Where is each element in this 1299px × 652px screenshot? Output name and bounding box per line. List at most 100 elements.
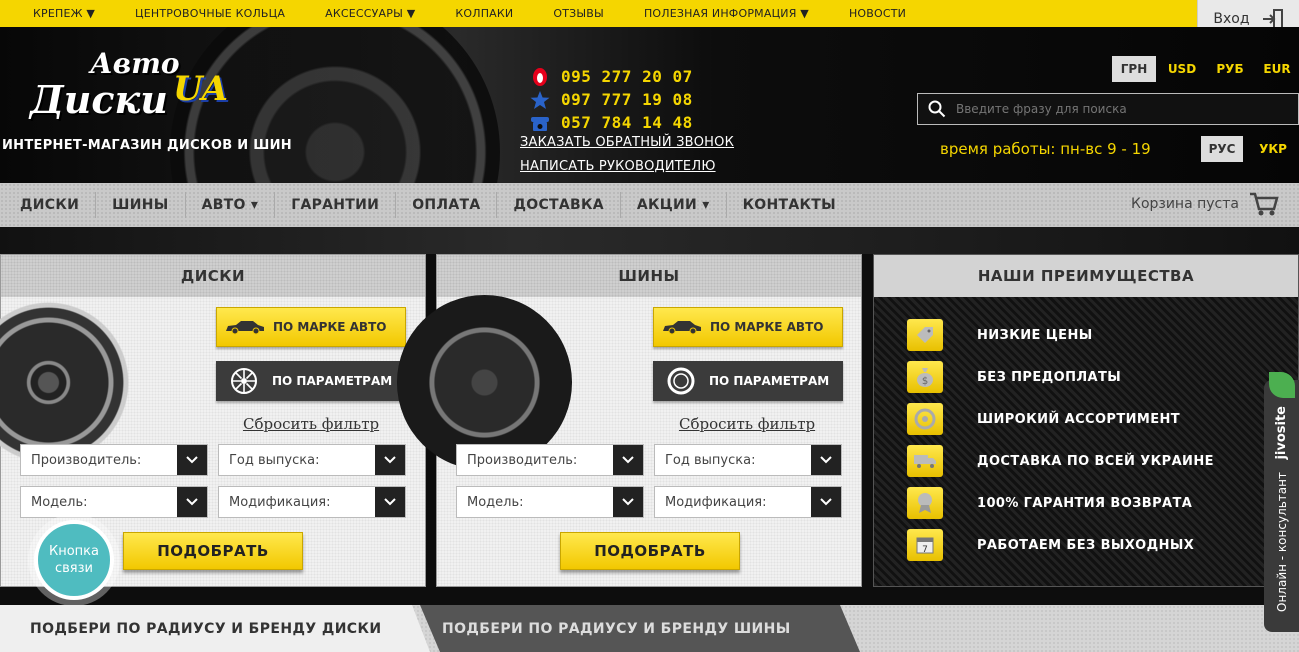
disks-reset-filter[interactable]: Сбросить фильтр — [243, 415, 379, 433]
callback-link[interactable]: ЗАКАЗАТЬ ОБРАТНЫЙ ЗВОНОК — [520, 135, 734, 150]
topmenu-item-news[interactable]: НОВОСТИ — [849, 7, 906, 20]
site-logo[interactable]: Авто Диски UA — [30, 47, 250, 137]
select-label: Производитель: — [31, 452, 142, 468]
disks-pick-button[interactable]: ПОДОБРАТЬ — [123, 532, 303, 570]
select-label: Модификация: — [665, 494, 767, 510]
select-label: Год выпуска: — [229, 452, 320, 468]
car-icon — [654, 319, 710, 335]
disks-by-params-label: ПО ПАРАМЕТРАМ — [272, 374, 393, 388]
tires-by-params-button[interactable]: ПО ПАРАМЕТРАМ — [653, 361, 843, 401]
tires-year-select[interactable]: Год выпуска: — [654, 444, 842, 476]
logo-text-auto: Авто — [90, 47, 180, 80]
disks-modification-select[interactable]: Модификация: — [218, 486, 406, 518]
chevron-down-icon — [375, 487, 405, 517]
login-icon — [1262, 8, 1283, 29]
working-hours: время работы: пн-вс 9 - 19 — [940, 140, 1151, 158]
disks-year-select[interactable]: Год выпуска: — [218, 444, 406, 476]
topmenu-item-centering-rings[interactable]: ЦЕНТРОВОЧНЫЕ КОЛЬЦА — [135, 7, 285, 20]
disks-by-params-button[interactable]: ПО ПАРАМЕТРАМ — [216, 361, 406, 401]
advantage-label: ДОСТАВКА ПО ВСЕЙ УКРАИНЕ — [977, 453, 1214, 469]
phone-number: 057 784 14 48 — [561, 113, 693, 132]
cart-icon — [1250, 192, 1279, 216]
select-label: Модель: — [467, 494, 524, 510]
nav-item-contacts[interactable]: КОНТАКТЫ — [743, 192, 852, 218]
currency-eur[interactable]: EUR — [1257, 56, 1297, 82]
tires-model-select[interactable]: Модель: — [456, 486, 644, 518]
chevron-down-icon — [177, 487, 207, 517]
advantage-label: ШИРОКИЙ АССОРТИМЕНТ — [977, 411, 1181, 427]
topmenu-item-useful-info[interactable]: ПОЛЕЗНАЯ ИНФОРМАЦИЯ ▼ — [644, 7, 809, 20]
disks-model-select[interactable]: Модель: — [20, 486, 208, 518]
currency-uah[interactable]: ГРН — [1112, 56, 1156, 82]
svg-text:7: 7 — [922, 545, 928, 555]
chevron-down-icon — [811, 445, 841, 475]
callback-widget-line2: связи — [55, 561, 93, 576]
search-input[interactable] — [956, 102, 1286, 116]
currency-rub[interactable]: РУБ — [1209, 56, 1251, 82]
cart-status: Корзина пуста — [1131, 196, 1239, 212]
disks-manufacturer-select[interactable]: Производитель: — [20, 444, 208, 476]
nav-item-promotions[interactable]: АКЦИИ ▾ — [637, 192, 727, 218]
svg-text:$: $ — [922, 376, 928, 387]
advantage-label: БЕЗ ПРЕДОПЛАТЫ — [977, 369, 1122, 385]
nav-item-tires[interactable]: ШИНЫ — [112, 192, 186, 218]
language-uk[interactable]: УКР — [1252, 136, 1294, 162]
price-tag-icon — [907, 319, 943, 351]
disks-panel-title: ДИСКИ — [1, 255, 425, 297]
disks-by-car-button[interactable]: ПО МАРКЕ АВТО — [216, 307, 406, 347]
online-consultant-label: Онлайн - консультант — [1274, 471, 1289, 612]
login-label: Вход — [1213, 10, 1250, 27]
select-label: Модификация: — [229, 494, 331, 510]
tab-tires-by-radius[interactable]: ПОДБЕРИ ПО РАДИУСУ И БРЕНДУ ШИНЫ — [420, 605, 860, 652]
disks-by-car-label: ПО МАРКЕ АВТО — [273, 320, 387, 334]
advantage-item: ШИРОКИЙ АССОРТИМЕНТ — [907, 403, 1180, 435]
logo-text-ua: UA — [173, 69, 228, 109]
topmenu-item-accessories[interactable]: АКСЕССУАРЫ ▼ — [325, 7, 415, 20]
language-ru[interactable]: РУС — [1201, 136, 1243, 162]
currency-usd[interactable]: USD — [1162, 56, 1202, 82]
jivosite-brand: jivosite — [1274, 406, 1289, 460]
tire-icon — [653, 367, 709, 395]
advantages-panel: НАШИ ПРЕИМУЩЕСТВА НИЗКИЕ ЦЕНЫ $ БЕЗ ПРЕД… — [873, 254, 1299, 587]
select-label: Модель: — [31, 494, 88, 510]
topmenu-item-reviews[interactable]: ОТЗЫВЫ — [553, 7, 604, 20]
calendar-icon: 7 — [907, 529, 943, 561]
tires-reset-filter[interactable]: Сбросить фильтр — [679, 415, 815, 433]
decorative-band — [0, 227, 1299, 254]
nav-item-disks[interactable]: ДИСКИ — [20, 192, 97, 218]
logo-text-disks: Диски — [30, 77, 168, 122]
cart[interactable]: Корзина пуста — [1131, 191, 1279, 217]
topmenu-item-fasteners[interactable]: КРЕПЕЖ ▼ — [33, 7, 95, 20]
jivosite-leaf-icon — [1268, 372, 1295, 398]
chevron-down-icon — [613, 445, 643, 475]
nav-item-delivery[interactable]: ДОСТАВКА — [513, 192, 621, 218]
search-icon[interactable] — [928, 100, 946, 118]
phone-kyivstar[interactable]: 097 777 19 08 — [530, 88, 693, 111]
tires-pick-button[interactable]: ПОДОБРАТЬ — [560, 532, 740, 570]
phone-landline[interactable]: 057 784 14 48 — [530, 111, 693, 134]
tires-manufacturer-select[interactable]: Производитель: — [456, 444, 644, 476]
nav-item-guarantees[interactable]: ГАРАНТИИ — [291, 192, 397, 218]
advantage-label: 100% ГАРАНТИЯ ВОЗВРАТА — [977, 495, 1193, 511]
rim-icon — [216, 367, 272, 395]
site-header: Авто Диски UA ИНТЕРНЕТ-МАГАЗИН ДИСКОВ И … — [0, 27, 1299, 183]
tires-by-car-button[interactable]: ПО МАРКЕ АВТО — [653, 307, 843, 347]
chevron-down-icon — [375, 445, 405, 475]
advantage-item: 7 РАБОТАЕМ БЕЗ ВЫХОДНЫХ — [907, 529, 1194, 561]
mts-icon — [530, 67, 550, 87]
nav-item-payment[interactable]: ОПЛАТА — [412, 192, 498, 218]
topmenu-item-hubcaps[interactable]: КОЛПАКИ — [455, 7, 513, 20]
landline-icon — [530, 113, 550, 133]
write-manager-link[interactable]: НАПИСАТЬ РУКОВОДИТЕЛЮ — [520, 159, 716, 174]
callback-widget-button[interactable]: Кнопка связи — [34, 520, 114, 600]
brand-tabs: ПОДБЕРИ ПО РАДИУСУ И БРЕНДУ ДИСКИ ПОДБЕР… — [0, 605, 1299, 652]
advantage-label: НИЗКИЕ ЦЕНЫ — [977, 327, 1093, 343]
select-label: Год выпуска: — [665, 452, 756, 468]
online-consultant-widget[interactable]: jivosite Онлайн - консультант — [1264, 372, 1299, 632]
phone-mts[interactable]: 095 277 20 07 — [530, 65, 693, 88]
main-nav: ДИСКИ ШИНЫ АВТО ▾ ГАРАНТИИ ОПЛАТА ДОСТАВ… — [0, 183, 1299, 227]
tires-modification-select[interactable]: Модификация: — [654, 486, 842, 518]
nav-item-auto[interactable]: АВТО ▾ — [202, 192, 276, 218]
tab-disks-by-radius[interactable]: ПОДБЕРИ ПО РАДИУСУ И БРЕНДУ ДИСКИ — [0, 605, 430, 652]
chevron-down-icon — [811, 487, 841, 517]
